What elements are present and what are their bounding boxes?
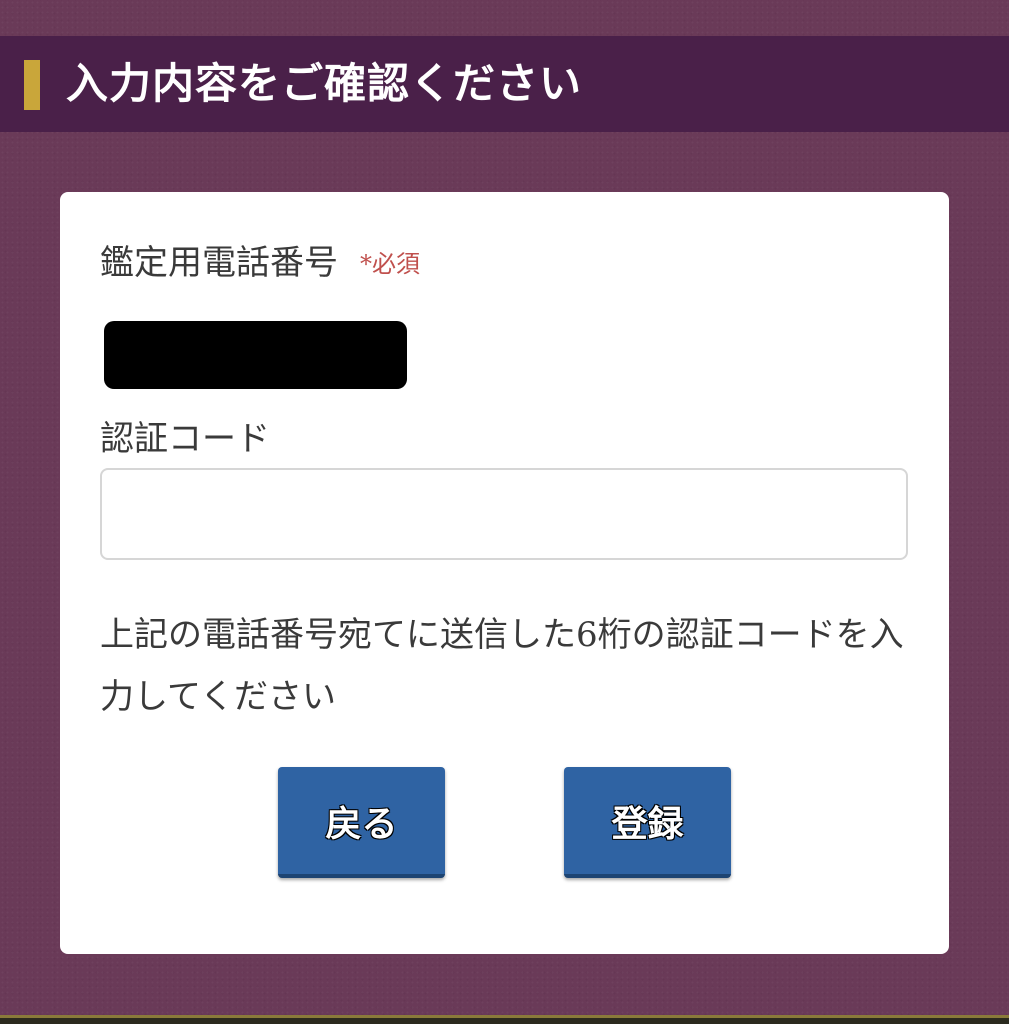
page-title: 入力内容をご確認ください [66, 59, 583, 108]
instruction-text: 上記の電話番号宛てに送信した6桁の認証コードを入力してください [100, 615, 904, 717]
phone-label-text: 鑑定用電話番号 [100, 243, 338, 283]
code-field-label: 認証コード [100, 419, 270, 459]
header-accent-bar [24, 60, 40, 110]
required-badge: *必須 [360, 250, 420, 278]
redacted-phone-number [104, 321, 407, 389]
back-button[interactable]: 戻る [278, 767, 445, 878]
page-header: 入力内容をご確認ください [0, 36, 1009, 132]
footer-divider [0, 1015, 1009, 1024]
verification-code-input[interactable] [100, 468, 908, 560]
register-button[interactable]: 登録 [564, 767, 731, 878]
phone-field-label: 鑑定用電話番号 *必須 [100, 240, 420, 287]
confirmation-form-card: 鑑定用電話番号 *必須 認証コード 上記の電話番号宛てに送信した6桁の認証コードを… [60, 192, 949, 954]
